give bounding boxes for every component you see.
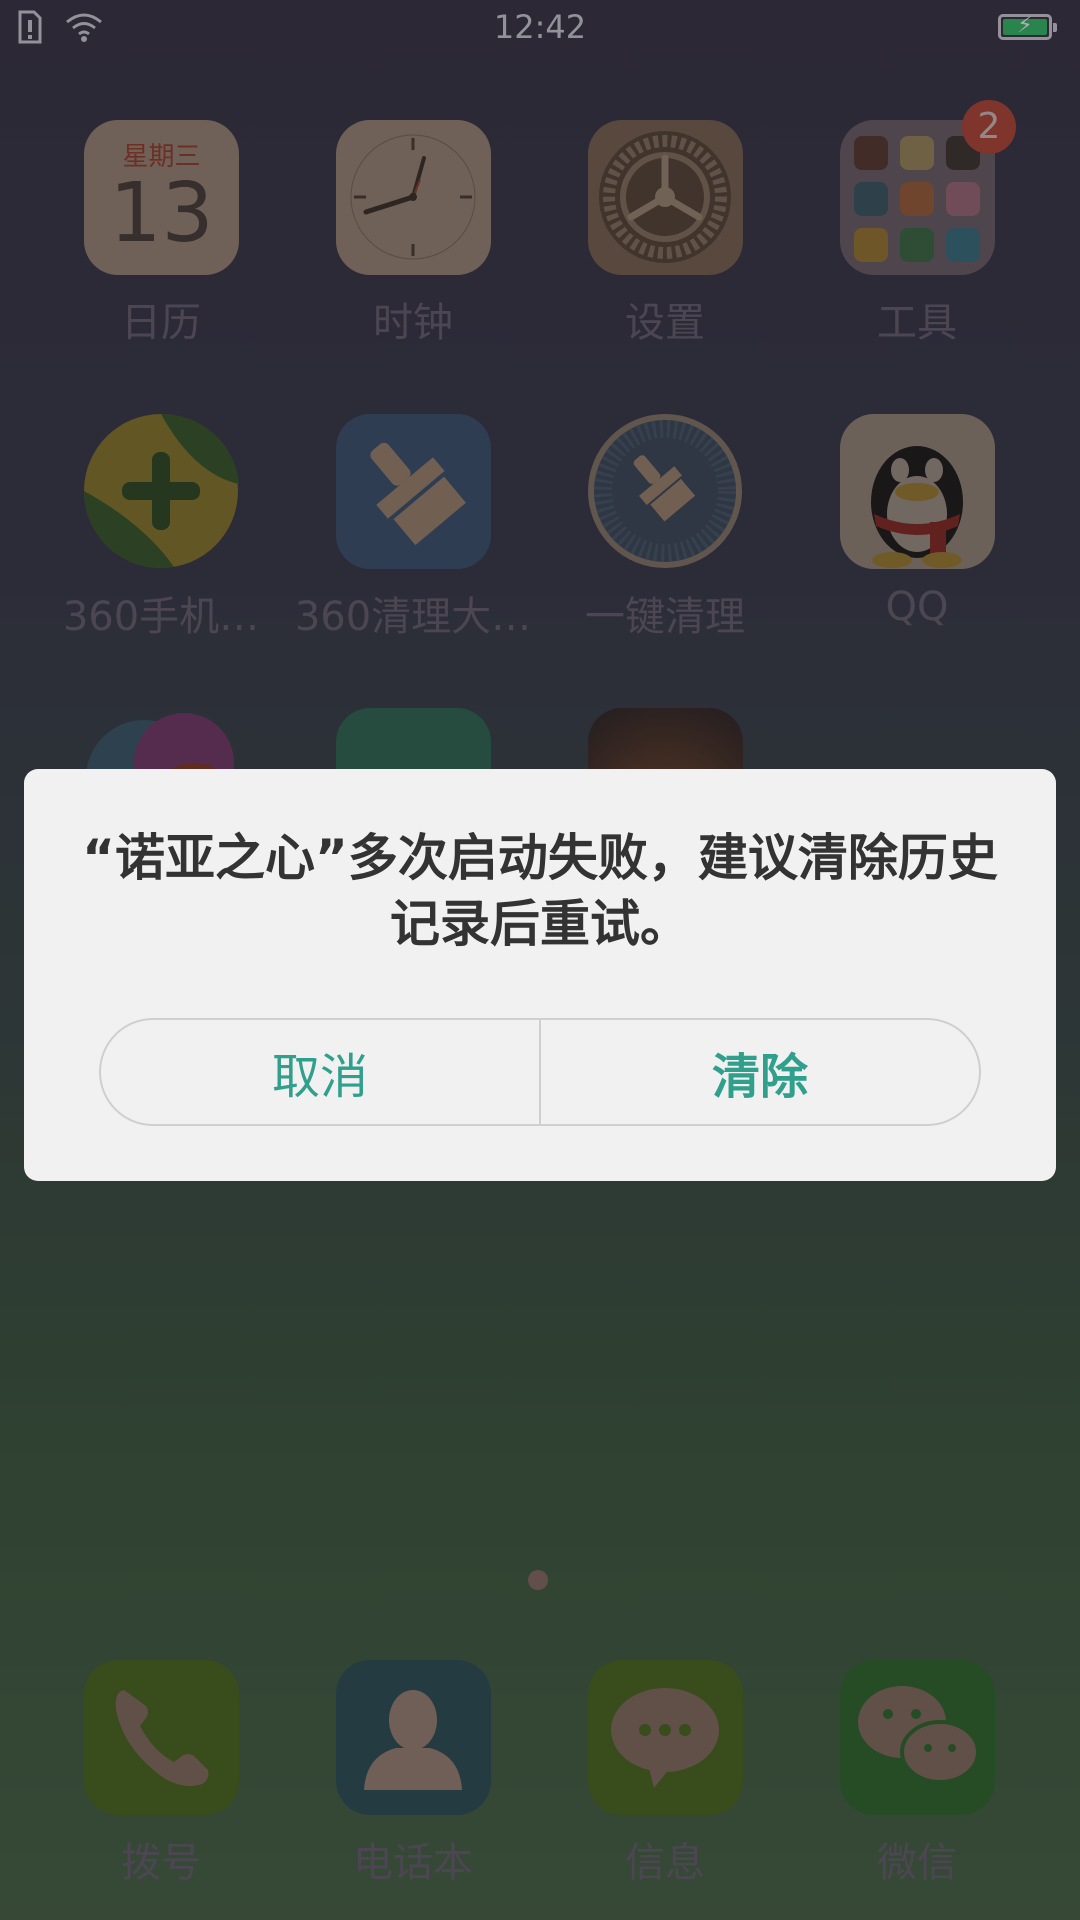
app-label: 一键清理 bbox=[585, 594, 745, 640]
calendar-icon: 星期三 13 bbox=[84, 120, 239, 275]
dock-messages[interactable]: 信息 bbox=[532, 1660, 772, 1900]
app-label: 拨号 bbox=[121, 1840, 201, 1886]
app-label: 设置 bbox=[625, 300, 705, 346]
clock-icon bbox=[336, 120, 491, 275]
gear-icon bbox=[588, 120, 743, 275]
app-label: 工具 bbox=[877, 300, 957, 346]
dock-wechat[interactable]: 微信 bbox=[784, 1660, 1024, 1900]
dialog-button-group: 取消 清除 bbox=[99, 1018, 981, 1126]
app-clock[interactable]: 时钟 bbox=[280, 120, 520, 360]
person-icon bbox=[336, 1660, 491, 1815]
app-settings[interactable]: 设置 bbox=[532, 120, 772, 360]
app-360-mobile[interactable]: 360手机… bbox=[28, 414, 268, 654]
phone-icon bbox=[84, 1660, 239, 1815]
app-360-cleaner[interactable]: 360清理大… bbox=[280, 414, 531, 654]
qq-penguin-icon bbox=[840, 414, 995, 569]
dialog-message: “诺亚之心”多次启动失败，建议清除历史记录后重试。 bbox=[82, 829, 998, 953]
app-label: 时钟 bbox=[373, 300, 453, 346]
cancel-button[interactable]: 取消 bbox=[101, 1020, 539, 1124]
alert-dialog: “诺亚之心”多次启动失败，建议清除历史记录后重试。 取消 清除 bbox=[24, 769, 1056, 1181]
wechat-icon bbox=[840, 1660, 995, 1815]
app-calendar[interactable]: 星期三 13 日历 bbox=[28, 120, 268, 360]
page-indicator-dot bbox=[528, 1570, 548, 1590]
app-one-key-clean[interactable]: 一键清理 bbox=[532, 414, 772, 654]
clear-button[interactable]: 清除 bbox=[541, 1020, 979, 1124]
status-bar: 12:42 ⚡ bbox=[0, 0, 1080, 56]
dock-dialer[interactable]: 拨号 bbox=[28, 1660, 268, 1900]
calendar-day: 13 bbox=[109, 166, 214, 261]
app-label: 电话本 bbox=[353, 1840, 473, 1886]
app-qq[interactable]: QQ bbox=[784, 414, 1024, 654]
app-tools-folder[interactable]: 2 工具 bbox=[784, 100, 1024, 360]
360-security-icon bbox=[84, 414, 239, 569]
app-label: 日历 bbox=[121, 300, 201, 346]
broom-icon bbox=[336, 414, 491, 569]
clock-time: 12:42 bbox=[493, 8, 587, 46]
app-label: 微信 bbox=[877, 1840, 957, 1886]
battery-icon: ⚡ bbox=[998, 13, 1057, 40]
clean-boost-icon bbox=[588, 414, 743, 569]
app-label: QQ bbox=[885, 584, 949, 630]
app-label: 信息 bbox=[625, 1840, 705, 1886]
message-bubble-icon bbox=[588, 1660, 743, 1815]
app-label: 360手机… bbox=[62, 594, 260, 640]
notification-badge: 2 bbox=[962, 100, 1016, 154]
dock-contacts[interactable]: 电话本 bbox=[280, 1660, 520, 1900]
app-label: 360清理大… bbox=[294, 594, 532, 640]
